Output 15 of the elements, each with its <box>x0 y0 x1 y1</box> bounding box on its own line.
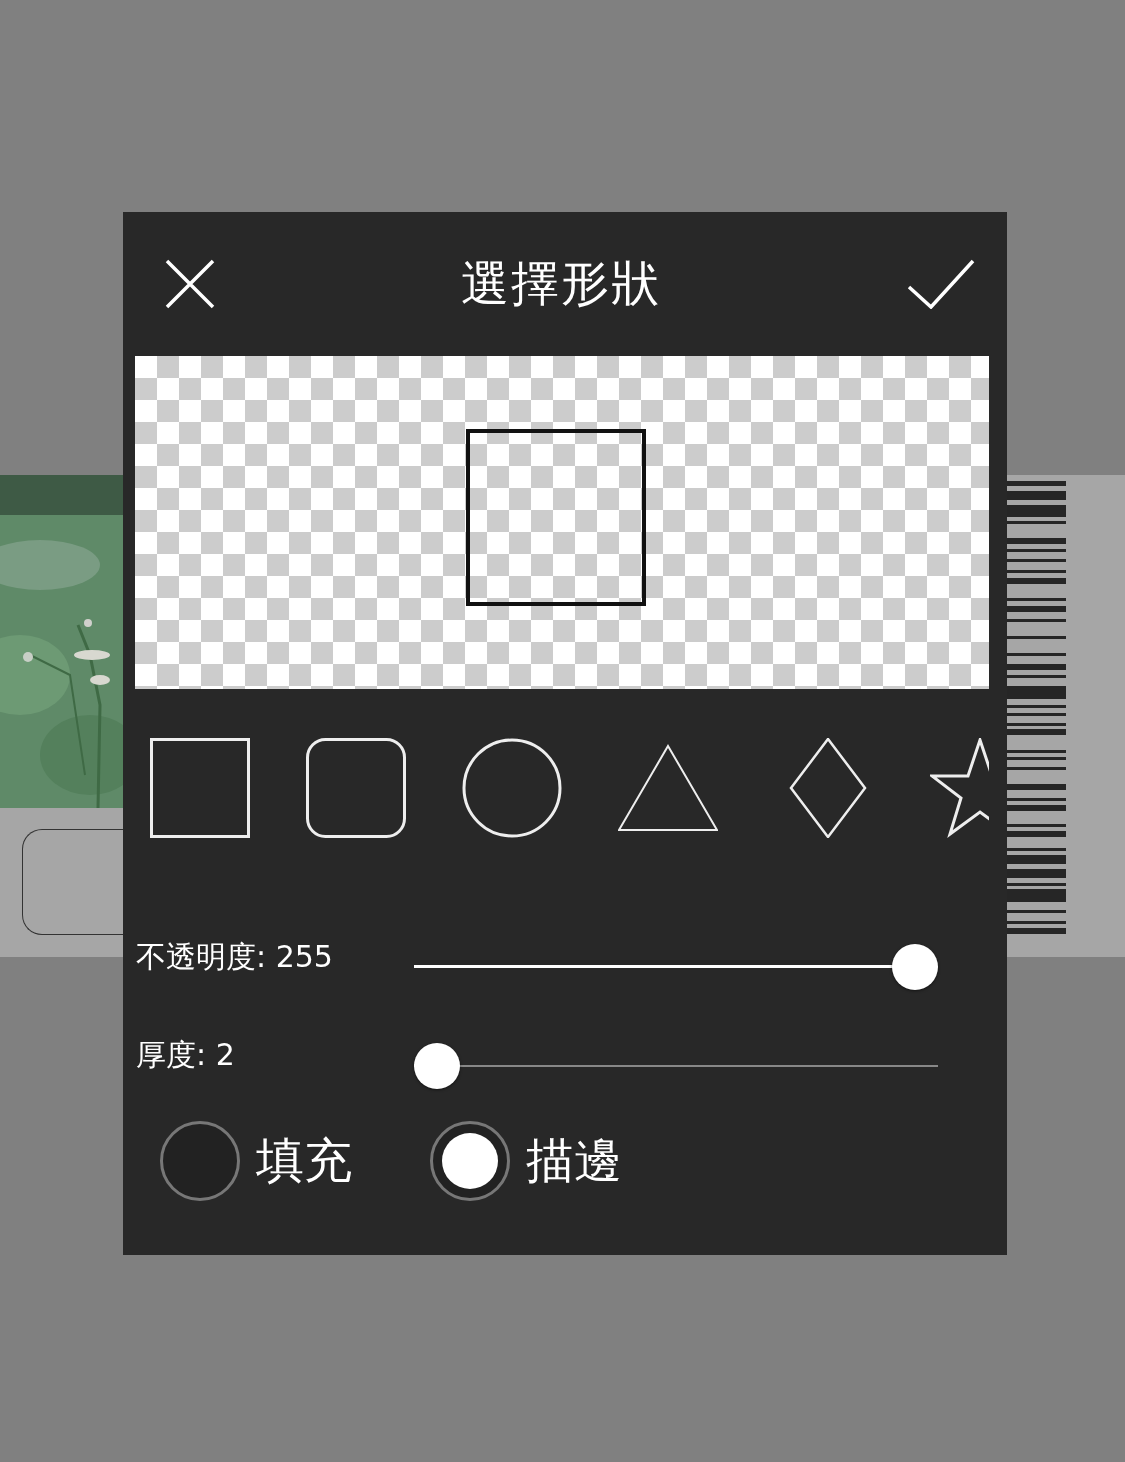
check-icon[interactable] <box>907 258 975 309</box>
slider-track[interactable] <box>414 1043 938 1089</box>
radio-label: 填充 <box>256 1131 352 1190</box>
slider-track[interactable] <box>414 944 938 990</box>
slider-label: 厚度: 2 <box>135 1035 236 1074</box>
slider-thumb[interactable] <box>892 944 938 990</box>
circle-option[interactable] <box>462 737 562 838</box>
radio-label: 描邊 <box>526 1131 622 1190</box>
close-icon[interactable] <box>165 258 215 309</box>
rounded-square-option[interactable] <box>306 737 406 838</box>
slider-label: 不透明度: 255 <box>135 937 334 976</box>
square-shape-option[interactable] <box>150 737 250 838</box>
slider-thumb[interactable] <box>414 1043 460 1089</box>
star-option[interactable] <box>930 737 989 838</box>
dialog-title: 選擇形狀 <box>461 253 661 313</box>
